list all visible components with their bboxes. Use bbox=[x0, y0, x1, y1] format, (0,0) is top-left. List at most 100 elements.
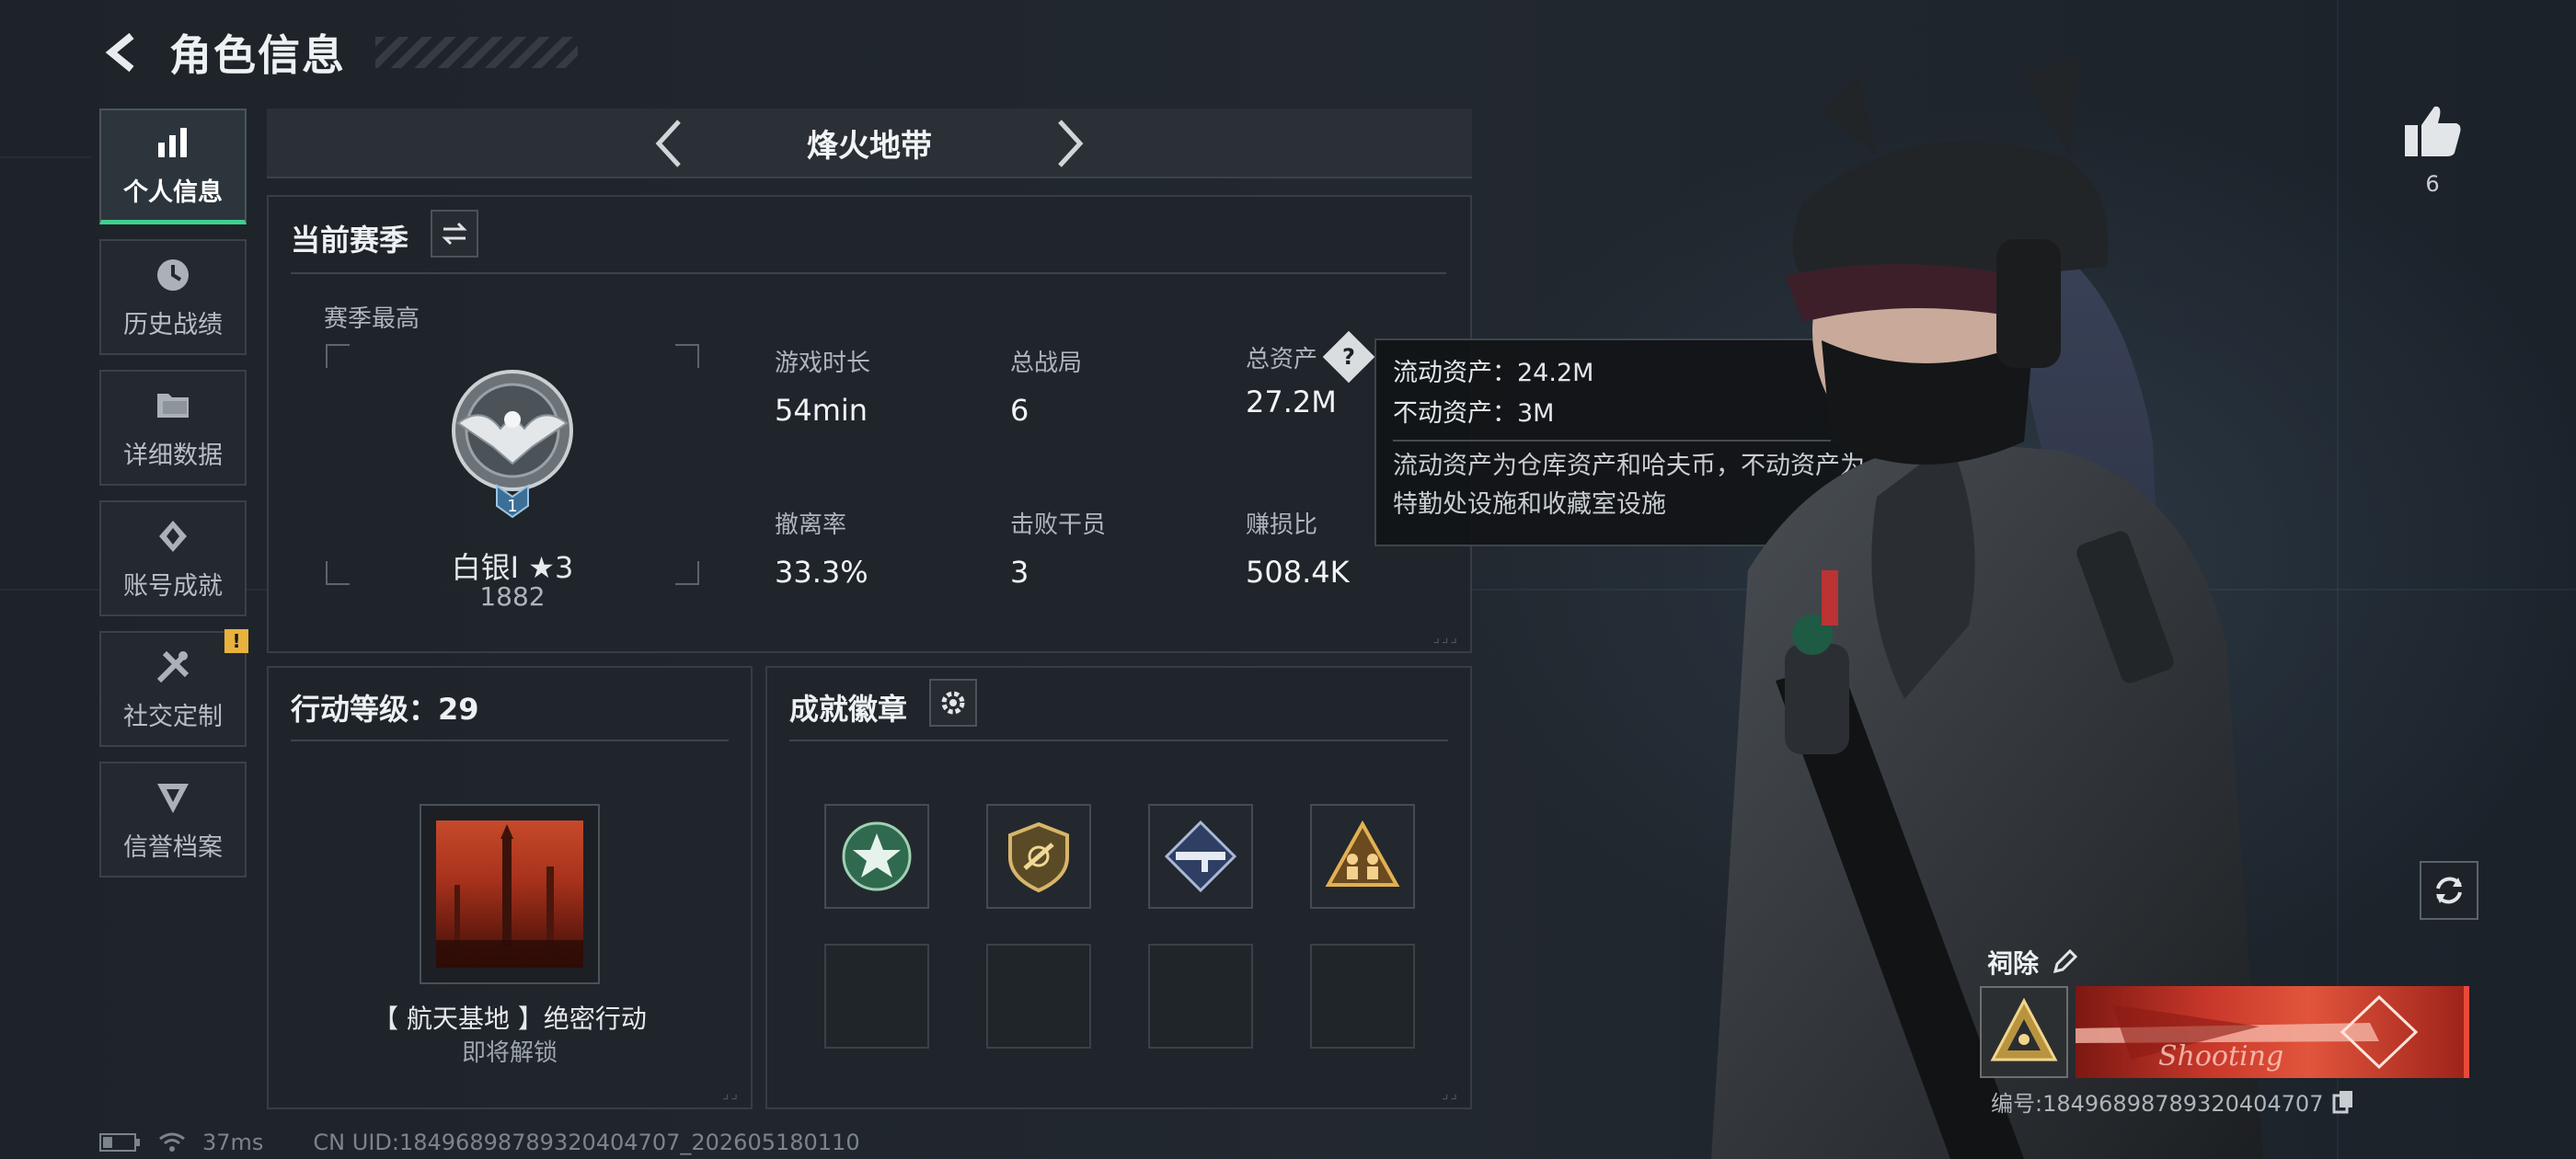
tools-icon bbox=[153, 647, 193, 687]
battery-icon bbox=[99, 1133, 140, 1152]
page-title: 角色信息 bbox=[169, 30, 346, 80]
empty-badge-slot[interactable] bbox=[824, 944, 929, 1049]
divider bbox=[291, 740, 729, 741]
silver-rank-emblem-icon: 1 bbox=[445, 368, 580, 526]
badges-panel: 成就徽章 ⌟⌟ bbox=[765, 666, 1472, 1109]
refresh-icon bbox=[2436, 877, 2462, 904]
action-level-panel: 行动等级：29 【 航天基地 】绝密行动 即将解锁 ⌟⌟ bbox=[267, 666, 753, 1109]
badge-slot[interactable] bbox=[986, 804, 1091, 909]
stat-label: 赚损比 bbox=[1246, 511, 1318, 539]
sidebar-item-label: 个人信息 bbox=[123, 178, 223, 207]
sidebar-item-achievements[interactable]: 账号成就 bbox=[99, 500, 247, 616]
triangle-emblem-icon bbox=[1980, 986, 2068, 1078]
like-button[interactable]: 6 bbox=[2396, 103, 2469, 197]
rifle-badge-icon bbox=[1164, 820, 1237, 893]
sidebar-item-social[interactable]: ! 社交定制 bbox=[99, 629, 248, 747]
alert-badge: ! bbox=[224, 629, 248, 653]
corner-decoration: ⌟⌟ bbox=[1442, 1084, 1459, 1102]
green-star-badge-icon bbox=[842, 821, 912, 891]
back-arrow-icon[interactable] bbox=[99, 28, 149, 77]
ping-value: 37ms bbox=[202, 1130, 264, 1155]
season-title: 当前赛季 bbox=[291, 223, 409, 258]
stat-value: 508.4K bbox=[1246, 555, 1350, 590]
stat-value: 6 bbox=[1010, 393, 1029, 428]
status-footer: 37ms CN UID:18496898789320404707_2026051… bbox=[99, 1130, 860, 1155]
copy-icon[interactable] bbox=[2332, 1090, 2354, 1114]
divider bbox=[789, 740, 1448, 741]
empty-badge-slot[interactable] bbox=[986, 944, 1091, 1049]
footer-uid: CN UID:18496898789320404707_202605180110 bbox=[313, 1130, 860, 1155]
stat-label: 击败干员 bbox=[1010, 511, 1107, 539]
wifi-icon bbox=[159, 1132, 185, 1152]
rank-display: 1 白银I ★3 1882 bbox=[326, 344, 699, 612]
stat-profit-ratio: 赚损比 508.4K bbox=[1246, 506, 1350, 590]
bg-grid-line bbox=[0, 156, 92, 158]
badge-slot[interactable] bbox=[1148, 804, 1253, 909]
next-mode-button[interactable] bbox=[1041, 116, 1097, 171]
empty-badge-slot[interactable] bbox=[1310, 944, 1415, 1049]
task-thumbnail[interactable] bbox=[420, 804, 600, 984]
sidebar-item-label: 详细数据 bbox=[123, 441, 223, 470]
bar-chart-icon bbox=[153, 122, 193, 163]
mode-title: 烽火地带 bbox=[807, 127, 932, 165]
sidebar-item-label: 信誉档案 bbox=[123, 832, 223, 862]
divider bbox=[291, 272, 1446, 274]
badges-title: 成就徽章 bbox=[789, 692, 908, 727]
stat-label: 总战局 bbox=[1010, 350, 1083, 377]
team-badge-icon bbox=[1325, 820, 1400, 887]
stat-label: 游戏时长 bbox=[775, 350, 871, 377]
task-status: 即将解锁 bbox=[461, 1039, 558, 1067]
season-best-label: 赛季最高 bbox=[324, 305, 420, 333]
player-name: 祠除 bbox=[1987, 948, 2040, 979]
app-root: 角色信息 个人信息 历史战绩 详细数据 账号成就 ! 社交定制 信誉档案 烽火地… bbox=[0, 0, 2576, 1159]
spaceport-image bbox=[436, 820, 583, 968]
help-icon[interactable]: ? bbox=[1322, 330, 1375, 384]
thumbs-up-icon bbox=[2405, 106, 2461, 156]
rank-score: 1882 bbox=[479, 581, 546, 612]
corner-decoration: ⌟⌟ bbox=[722, 1084, 740, 1102]
plate-script-text: Shooting bbox=[2158, 1040, 2283, 1073]
badge-slot[interactable] bbox=[824, 804, 929, 909]
rotate-model-button[interactable] bbox=[2420, 861, 2478, 920]
sidebar-item-credit[interactable]: 信誉档案 bbox=[99, 762, 247, 878]
stat-label: 总资产 bbox=[1246, 345, 1318, 373]
switch-season-button[interactable] bbox=[431, 210, 478, 258]
edit-name-icon[interactable] bbox=[2052, 949, 2078, 975]
frame-corner bbox=[326, 344, 350, 368]
stat-value: 54min bbox=[775, 393, 868, 428]
player-uid: 编号:18496898789320404707 bbox=[1991, 1091, 2324, 1117]
stat-value: 3 bbox=[1010, 555, 1029, 590]
stat-total-assets: 总资产 ? 27.2M bbox=[1246, 330, 1375, 419]
stat-label: 撤离率 bbox=[775, 511, 847, 539]
help-icon-glyph: ? bbox=[1342, 343, 1355, 370]
player-uid-row: 编号:18496898789320404707 bbox=[1991, 1085, 2354, 1118]
corner-decoration: ⌟⌟⌟ bbox=[1432, 628, 1459, 646]
sidebar-item-history[interactable]: 历史战绩 bbox=[99, 239, 247, 355]
mode-switcher: 烽火地带 bbox=[267, 109, 1472, 178]
stat-kills: 击败干员 3 bbox=[1010, 506, 1106, 590]
empty-badge-slot[interactable] bbox=[1148, 944, 1253, 1049]
badge-slot[interactable] bbox=[1310, 804, 1415, 909]
player-name-row: 祠除 bbox=[1987, 944, 2078, 981]
sidebar: 个人信息 历史战绩 详细数据 账号成就 ! 社交定制 信誉档案 bbox=[99, 109, 248, 892]
rank-level-number: 1 bbox=[507, 497, 517, 516]
player-nameplate[interactable]: Shooting bbox=[1980, 986, 2469, 1078]
season-panel: 当前赛季 赛季最高 1 白银I ★3 1882 游戏时长 54min 总战局 6… bbox=[267, 195, 1472, 653]
action-level-title: 行动等级：29 bbox=[291, 692, 479, 727]
page-header: 角色信息 bbox=[99, 20, 578, 85]
stat-value: 33.3% bbox=[775, 555, 868, 590]
credit-icon bbox=[153, 777, 193, 818]
sidebar-item-details[interactable]: 详细数据 bbox=[99, 370, 247, 486]
stat-total-matches: 总战局 6 bbox=[1010, 344, 1082, 428]
sidebar-item-profile[interactable]: 个人信息 bbox=[99, 109, 247, 224]
folder-icon bbox=[153, 385, 193, 426]
prev-mode-button[interactable] bbox=[642, 116, 697, 171]
task-name: 【 航天基地 】绝密行动 bbox=[373, 1004, 647, 1034]
sidebar-item-label: 账号成就 bbox=[123, 571, 223, 601]
achievement-icon bbox=[153, 516, 193, 557]
badge-settings-button[interactable] bbox=[929, 679, 977, 727]
like-count: 6 bbox=[2425, 171, 2440, 197]
frame-corner bbox=[675, 344, 699, 368]
sidebar-item-label: 历史战绩 bbox=[123, 310, 223, 339]
title-decoration bbox=[375, 37, 578, 68]
